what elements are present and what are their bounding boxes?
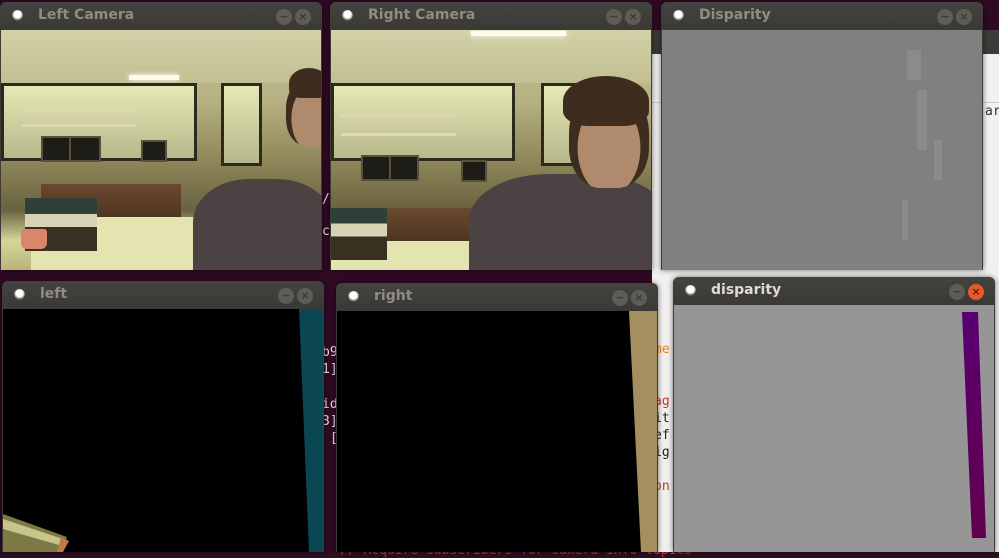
rectified-image bbox=[337, 311, 657, 552]
terminal-fragment: c bbox=[322, 224, 330, 239]
close-button[interactable]: × bbox=[625, 9, 641, 25]
editor-fragment: ara bbox=[985, 104, 999, 119]
rectified-border bbox=[629, 311, 657, 552]
disparity-map bbox=[674, 305, 994, 552]
camera-image bbox=[331, 30, 651, 270]
window-title: right bbox=[374, 288, 413, 304]
disparity-band bbox=[962, 312, 986, 538]
window-disparity-active[interactable]: disparity − × bbox=[673, 277, 995, 552]
titlebar[interactable]: Right Camera − × bbox=[330, 2, 652, 30]
titlebar[interactable]: right − × bbox=[336, 283, 658, 311]
rectified-border bbox=[3, 309, 323, 552]
minimize-button[interactable]: − bbox=[276, 9, 292, 25]
camera-image bbox=[1, 30, 321, 270]
app-icon bbox=[673, 10, 684, 21]
terminal-fragment: / bbox=[322, 192, 330, 207]
window-left-camera[interactable]: Left Camera − × bbox=[0, 2, 322, 270]
window-title: left bbox=[40, 286, 68, 302]
window-disparity-top[interactable]: Disparity − × bbox=[661, 2, 983, 270]
titlebar[interactable]: Disparity − × bbox=[661, 2, 983, 30]
close-button[interactable]: × bbox=[956, 9, 972, 25]
minimize-button[interactable]: − bbox=[937, 9, 953, 25]
window-right-camera[interactable]: Right Camera − × bbox=[330, 2, 652, 270]
app-icon bbox=[12, 10, 23, 21]
minimize-button[interactable]: − bbox=[949, 284, 965, 300]
close-button[interactable]: × bbox=[631, 290, 647, 306]
window-title: disparity bbox=[711, 282, 782, 298]
window-left-rectified[interactable]: left − × bbox=[2, 281, 324, 552]
window-title: Disparity bbox=[699, 7, 771, 23]
minimize-button[interactable]: − bbox=[606, 9, 622, 25]
app-icon bbox=[348, 291, 359, 302]
close-button[interactable]: × bbox=[968, 284, 984, 300]
window-right-rectified[interactable]: right − × bbox=[336, 283, 658, 552]
app-icon bbox=[342, 10, 353, 21]
close-button[interactable]: × bbox=[295, 9, 311, 25]
minimize-button[interactable]: − bbox=[612, 290, 628, 306]
titlebar[interactable]: Left Camera − × bbox=[0, 2, 322, 30]
titlebar[interactable]: left − × bbox=[2, 281, 324, 309]
window-title: Right Camera bbox=[368, 7, 476, 23]
rectified-image bbox=[3, 309, 323, 552]
close-button[interactable]: × bbox=[297, 288, 313, 304]
window-title: Left Camera bbox=[38, 7, 135, 23]
minimize-button[interactable]: − bbox=[278, 288, 294, 304]
disparity-map bbox=[662, 30, 982, 270]
titlebar[interactable]: disparity − × bbox=[673, 277, 995, 305]
app-icon bbox=[14, 289, 25, 300]
app-icon bbox=[685, 285, 696, 296]
